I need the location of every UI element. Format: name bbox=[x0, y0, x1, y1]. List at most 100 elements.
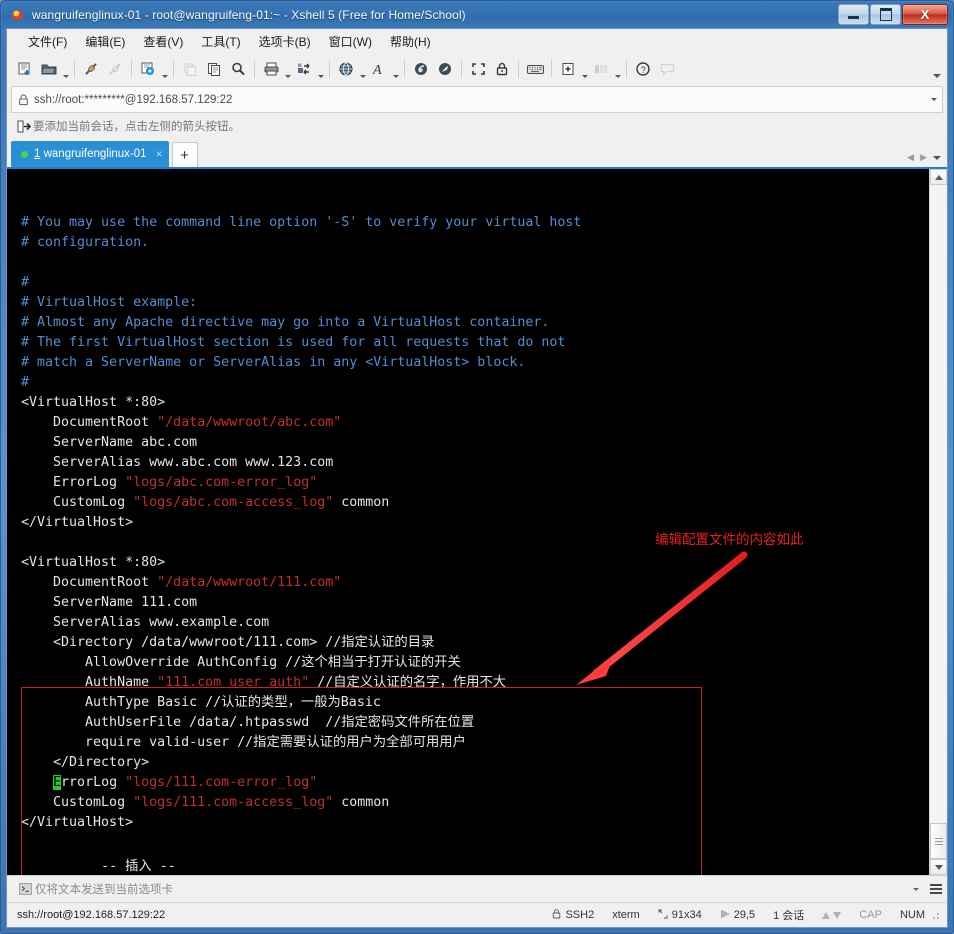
lock-icon bbox=[552, 908, 561, 922]
terminal-text: CustomLog bbox=[21, 495, 134, 510]
layout-caret-icon[interactable] bbox=[613, 54, 622, 85]
terminal-line: # bbox=[21, 273, 929, 293]
terminal-screen[interactable]: # You may use the command line option '-… bbox=[7, 169, 929, 875]
paste-icon[interactable] bbox=[202, 57, 226, 81]
connect-icon[interactable] bbox=[79, 57, 103, 81]
help-icon[interactable]: ? bbox=[631, 57, 655, 81]
send-to-bar[interactable]: 仅将文本发送到当前选项卡 bbox=[7, 875, 947, 902]
terminal-line: CustomLog "logs/111.com-access_log" comm… bbox=[21, 793, 929, 813]
properties-gear-icon[interactable] bbox=[136, 57, 160, 81]
font-caret-icon[interactable] bbox=[391, 54, 400, 85]
status-sessions: 1 会话 bbox=[773, 910, 805, 922]
send-to-caret-icon[interactable] bbox=[907, 888, 925, 891]
transfer-file-icon[interactable] bbox=[292, 57, 316, 81]
terminal-line: # The first VirtualHost section is used … bbox=[21, 333, 929, 353]
compose-icon[interactable] bbox=[433, 57, 457, 81]
address-bar[interactable]: ssh://root:*********@192.168.57.129:22 bbox=[11, 86, 943, 113]
terminal-line: ErrorLog "logs/111.com-error_log" bbox=[21, 773, 929, 793]
upload-arrow-icon bbox=[822, 911, 831, 919]
fullscreen-icon[interactable] bbox=[466, 57, 490, 81]
toolbar: A ? bbox=[7, 53, 947, 85]
menu-tools[interactable]: 工具(T) bbox=[192, 30, 249, 53]
terminal-text: ServerAlias www.abc.com www.123.com bbox=[21, 455, 334, 470]
open-folder-icon[interactable] bbox=[37, 57, 61, 81]
tab-list-caret-icon[interactable] bbox=[933, 156, 941, 160]
add-session-icon[interactable] bbox=[15, 120, 33, 133]
toolbar-separator bbox=[131, 60, 132, 78]
toolbar-separator bbox=[74, 60, 75, 78]
scroll-up-button[interactable] bbox=[930, 169, 947, 185]
menu-edit[interactable]: 编辑(E) bbox=[76, 30, 134, 53]
tab-strip: 1 wangruifenglinux-01 × + ◀ ▶ bbox=[7, 139, 947, 169]
toolbar-separator bbox=[404, 60, 405, 78]
globe-icon[interactable] bbox=[334, 57, 358, 81]
menu-help[interactable]: 帮助(H) bbox=[381, 30, 440, 53]
terminal-text: AllowOverride AuthConfig //这个相当于打开认证的开关 bbox=[21, 655, 461, 670]
menu-file[interactable]: 文件(F) bbox=[19, 30, 76, 53]
disconnect-icon bbox=[103, 57, 127, 81]
terminal-text: ServerName abc.com bbox=[21, 435, 198, 450]
terminal-line: # bbox=[21, 373, 929, 393]
address-input[interactable]: ssh://root:*********@192.168.57.129:22 bbox=[34, 94, 926, 106]
toolbar-separator bbox=[626, 60, 627, 78]
tab-next-icon[interactable]: ▶ bbox=[920, 152, 927, 163]
new-tab-button[interactable]: + bbox=[171, 142, 198, 167]
resize-grip-icon[interactable] bbox=[929, 909, 941, 921]
print-icon[interactable] bbox=[259, 57, 283, 81]
toolbar-overflow-icon[interactable] bbox=[933, 74, 941, 78]
lock-icon[interactable] bbox=[490, 57, 514, 81]
terminal-scrollbar[interactable] bbox=[929, 169, 947, 875]
globe-caret-icon[interactable] bbox=[358, 54, 367, 85]
terminal-line: ServerAlias www.example.com bbox=[21, 613, 929, 633]
transfer-caret-icon[interactable] bbox=[316, 54, 325, 85]
scrollbar-thumb[interactable] bbox=[930, 823, 947, 859]
annotation-text: 编辑配置文件的内容如此 bbox=[655, 532, 804, 548]
keyboard-icon[interactable] bbox=[523, 57, 547, 81]
close-button[interactable]: X bbox=[902, 4, 948, 25]
tab-prev-icon[interactable]: ◀ bbox=[907, 152, 914, 163]
minimize-button[interactable] bbox=[838, 4, 869, 25]
lock-icon bbox=[12, 93, 34, 106]
add-tab-icon[interactable] bbox=[556, 57, 580, 81]
tab-wangruifenglinux-01[interactable]: 1 wangruifenglinux-01 × bbox=[11, 141, 169, 167]
hamburger-icon[interactable] bbox=[925, 888, 947, 890]
address-dropdown-icon[interactable] bbox=[926, 98, 942, 101]
status-cursor-label: 29,5 bbox=[733, 909, 756, 921]
cursor-position-icon bbox=[720, 909, 730, 922]
find-icon[interactable] bbox=[226, 57, 250, 81]
new-file-icon[interactable] bbox=[13, 57, 37, 81]
terminal-line: AuthUserFile /data/.htpasswd //指定密码文件所在位… bbox=[21, 713, 929, 733]
terminal-text: # bbox=[21, 375, 30, 390]
terminal-text: AuthName bbox=[21, 675, 158, 690]
terminal-text: //自定义认证的名字，作用不大 bbox=[309, 675, 507, 690]
scroll-down-button[interactable] bbox=[930, 859, 947, 875]
terminal-text: # The first VirtualHost section is used … bbox=[21, 335, 566, 350]
terminal-line: AllowOverride AuthConfig //这个相当于打开认证的开关 bbox=[21, 653, 929, 673]
terminal-cursor: E bbox=[53, 775, 62, 790]
terminal-text: # match a ServerName or ServerAlias in a… bbox=[21, 355, 526, 370]
terminal-line: DocumentRoot "/data/wwwroot/abc.com" bbox=[21, 413, 929, 433]
terminal-text: ServerName 111.com bbox=[21, 595, 198, 610]
terminal-line: </VirtualHost> bbox=[21, 813, 929, 833]
status-num: NUM bbox=[899, 909, 925, 921]
terminal-text: # You may use the command line option '-… bbox=[21, 215, 582, 230]
terminal-text: AuthUserFile /data/.htpasswd //指定密码文件所在位… bbox=[21, 715, 475, 730]
log-icon[interactable] bbox=[409, 57, 433, 81]
tab-status-dot-icon bbox=[21, 150, 28, 158]
menu-window[interactable]: 窗口(W) bbox=[320, 30, 381, 53]
terminal-line: <Directory /data/wwwroot/111.com> //指定认证… bbox=[21, 633, 929, 653]
scrollbar-track[interactable] bbox=[930, 185, 947, 859]
terminal-text: </VirtualHost> bbox=[21, 815, 134, 830]
font-icon[interactable]: A bbox=[367, 57, 391, 81]
open-folder-caret-icon[interactable] bbox=[61, 54, 70, 85]
tab-close-icon[interactable]: × bbox=[156, 147, 163, 161]
terminal-text: DocumentRoot bbox=[21, 415, 158, 430]
properties-caret-icon[interactable] bbox=[160, 54, 169, 85]
add-tab-caret-icon[interactable] bbox=[580, 54, 589, 85]
print-caret-icon[interactable] bbox=[283, 54, 292, 85]
terminal-text: # Almost any Apache directive may go int… bbox=[21, 315, 550, 330]
maximize-button[interactable] bbox=[870, 4, 901, 25]
menu-tabs[interactable]: 选项卡(B) bbox=[250, 30, 320, 53]
menu-view[interactable]: 查看(V) bbox=[134, 30, 192, 53]
